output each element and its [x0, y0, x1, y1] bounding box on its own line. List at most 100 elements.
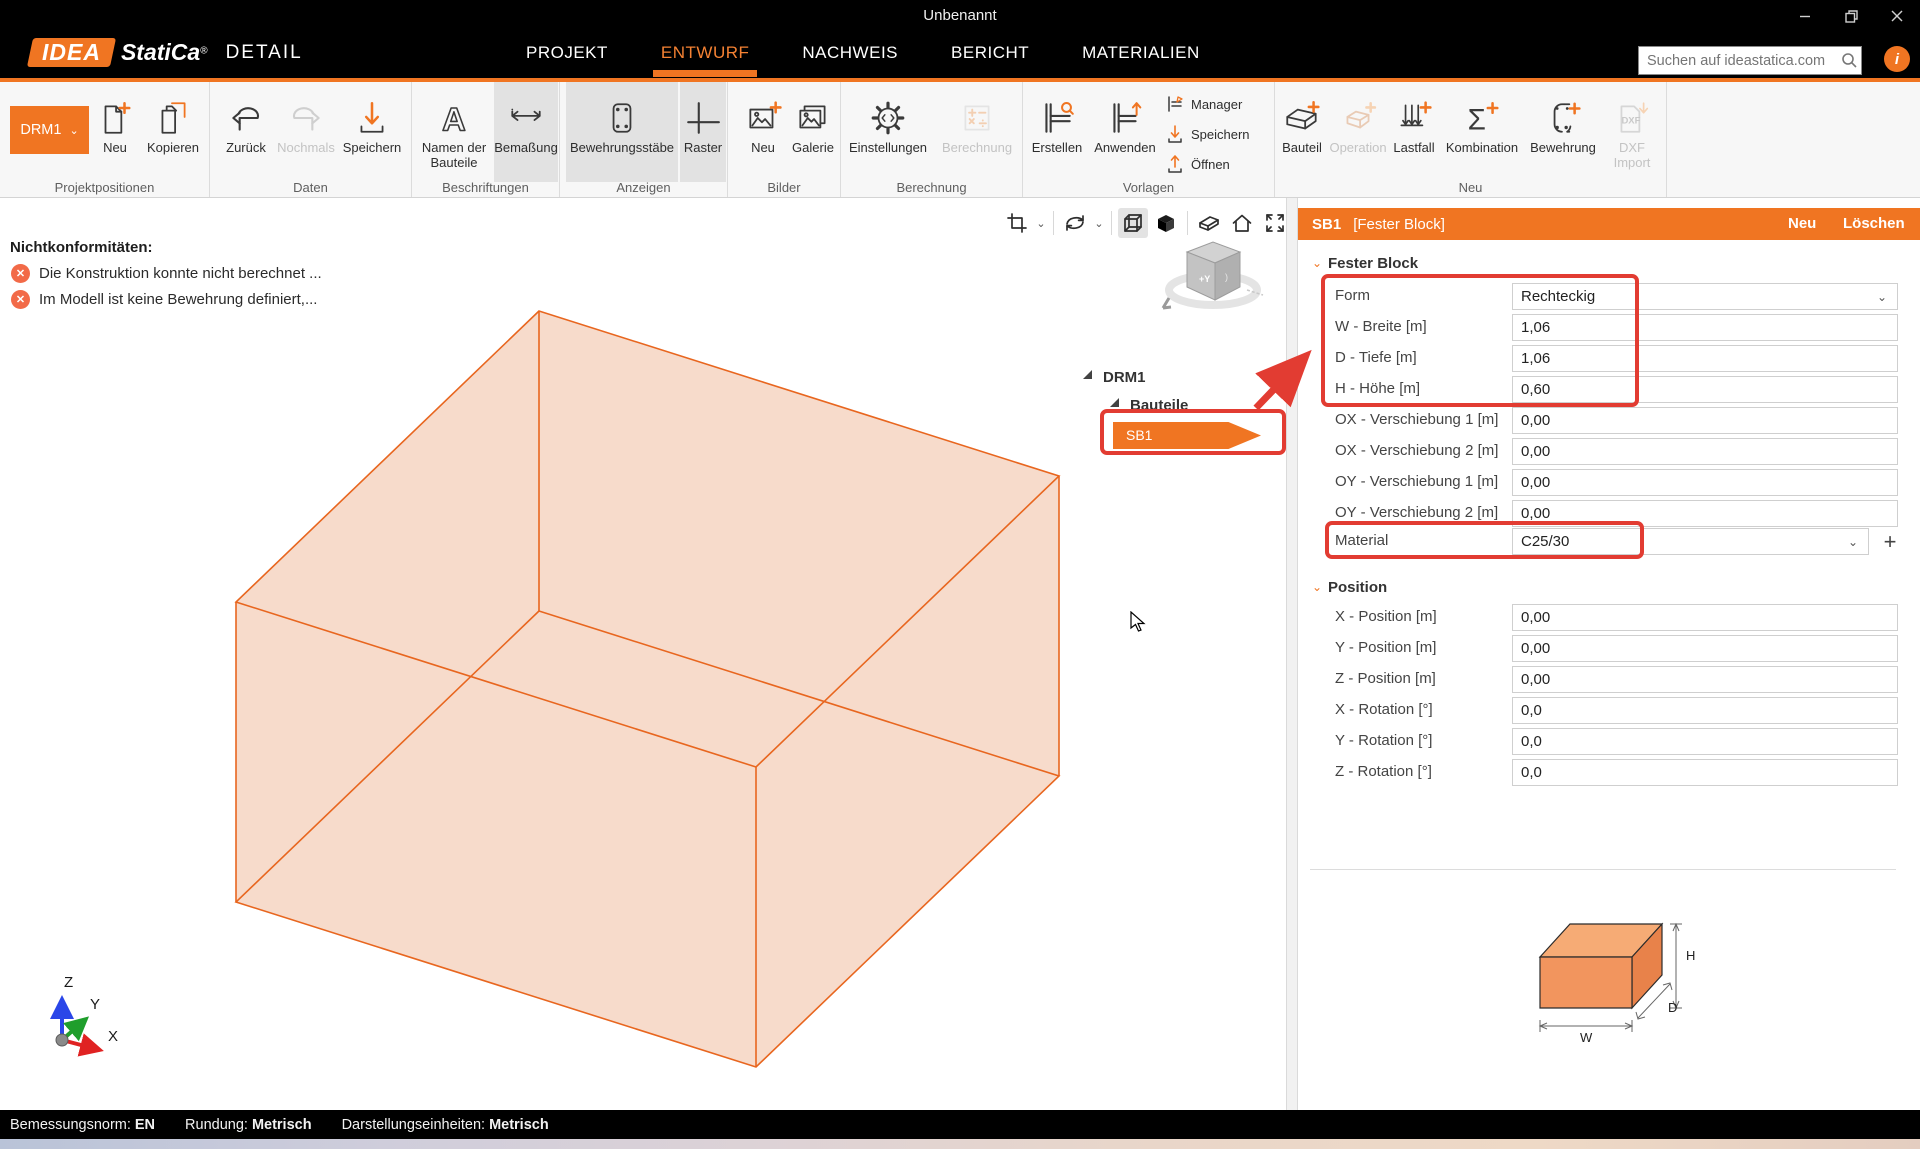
property-row-z-position: Z - Position [m] 0,00 [1298, 666, 1920, 693]
gallery-button[interactable]: Galerie [788, 82, 838, 182]
dimension-button[interactable]: Bemaßung [494, 82, 558, 182]
window-title: Unbenannt [0, 0, 1920, 32]
divider [1310, 869, 1896, 870]
new-combination-button[interactable]: Σ Kombination [1439, 82, 1525, 182]
undo-button[interactable]: Zurück [218, 82, 274, 182]
tree-expand-icon[interactable] [1083, 370, 1092, 379]
new-picture-button[interactable]: Neu [738, 82, 788, 182]
wireframe-view-button[interactable] [1118, 208, 1148, 238]
y-rotation-input[interactable]: 0,0 [1512, 728, 1898, 755]
tree-expand-icon[interactable] [1110, 398, 1119, 407]
tree-item-drm1[interactable]: DRM1 [1103, 369, 1146, 386]
template-apply-button[interactable]: Anwenden [1087, 82, 1163, 182]
close-button[interactable] [1874, 0, 1920, 32]
property-row-y-rotation: Y - Rotation [°] 0,0 [1298, 728, 1920, 755]
rebar-display-button[interactable]: Bewehrungsstäbe [566, 82, 678, 182]
navigation-cube[interactable]: +Y ) [1155, 230, 1275, 320]
group-label: Beschriftungen [412, 180, 559, 195]
ribbon-group-bilder: Neu Galerie Bilder [728, 82, 841, 197]
wireframe-cube-icon [1121, 211, 1145, 235]
crop-icon [1005, 211, 1029, 235]
selected-item-id: SB1 [1312, 216, 1341, 233]
tab-nachweis[interactable]: NACHWEIS [800, 33, 900, 73]
idea-logo-badge: IDEA [27, 38, 116, 67]
new-member-button[interactable]: Bauteil [1277, 82, 1327, 182]
gear-icon [869, 96, 907, 140]
close-icon [1891, 10, 1903, 22]
panel-new-button[interactable]: Neu [1788, 208, 1816, 240]
member-names-button[interactable]: A Namen der Bauteile [416, 82, 492, 182]
group-label: Vorlagen [1023, 180, 1274, 195]
selected-item-type: [Fester Block] [1353, 216, 1445, 233]
template-save-button[interactable]: Speichern [1165, 120, 1271, 148]
dxf-file-icon: DXF [1613, 96, 1651, 140]
annotation-box-material [1325, 521, 1644, 559]
property-row-y-position: Y - Position [m] 0,00 [1298, 635, 1920, 662]
new-loadcase-button[interactable]: Lastfall [1389, 82, 1439, 182]
nonconformity-item: ✕ Im Modell ist keine Bewehrung definier… [11, 290, 317, 309]
minimize-icon [1799, 10, 1811, 22]
rotate-view-button[interactable] [1060, 208, 1090, 238]
chevron-down-icon[interactable]: ⌄ [1093, 217, 1105, 230]
property-row-z-rotation: Z - Rotation [°] 0,0 [1298, 759, 1920, 786]
property-row-ox1: OX - Verschiebung 1 [m] 0,00 [1298, 407, 1920, 434]
tab-bericht[interactable]: BERICHT [949, 33, 1031, 73]
template-manager-button[interactable]: Manager [1165, 90, 1271, 118]
new-reinforcement-button[interactable]: Bewehrung [1525, 82, 1601, 182]
model-3d-block[interactable] [0, 198, 1286, 1110]
ox-verschiebung1-input[interactable]: 0,00 [1512, 407, 1898, 434]
svg-text:Σ: Σ [1468, 104, 1486, 137]
model-viewport[interactable]: Nichtkonformitäten: ✕ Die Konstruktion k… [0, 198, 1286, 1110]
template-open-button[interactable]: Öffnen [1165, 150, 1271, 178]
crop-view-button[interactable] [1002, 208, 1032, 238]
restore-button[interactable] [1828, 0, 1874, 32]
svg-text:Z: Z [64, 974, 73, 991]
x-position-input[interactable]: 0,00 [1512, 604, 1898, 631]
save-icon [353, 96, 391, 140]
ribbon-group-beschriftungen: A Namen der Bauteile Bemaßung Beschriftu… [412, 82, 560, 197]
chevron-down-icon[interactable]: ⌄ [1035, 217, 1047, 230]
tab-projekt[interactable]: PROJEKT [524, 33, 610, 73]
new-position-button[interactable]: Neu [89, 82, 141, 182]
panel-delete-button[interactable]: Löschen [1843, 208, 1905, 240]
info-icon: i [1895, 51, 1899, 68]
ribbon-group-vorlagen: Erstellen Anwenden Manager Speichern Öff… [1023, 82, 1275, 197]
section-position[interactable]: ⌄ Position [1298, 575, 1387, 599]
stirrup-plus-icon [1544, 96, 1582, 140]
copy-icon [154, 96, 192, 140]
x-rotation-input[interactable]: 0,0 [1512, 697, 1898, 724]
beam-plus-icon [1282, 96, 1322, 140]
oy-verschiebung1-input[interactable]: 0,00 [1512, 469, 1898, 496]
tab-entwurf[interactable]: ENTWURF [659, 33, 751, 73]
error-icon: ✕ [11, 264, 30, 283]
info-button[interactable]: i [1884, 46, 1910, 72]
minimize-button[interactable] [1782, 0, 1828, 32]
error-icon: ✕ [11, 290, 30, 309]
settings-button[interactable]: Einstellungen [843, 82, 933, 182]
y-position-input[interactable]: 0,00 [1512, 635, 1898, 662]
dimension-icon [507, 96, 545, 140]
ox-verschiebung2-input[interactable]: 0,00 [1512, 438, 1898, 465]
project-selector[interactable]: DRM1⌄ [10, 106, 89, 154]
redo-button: Nochmals [276, 82, 336, 182]
copy-position-button[interactable]: Kopieren [141, 82, 205, 182]
redo-icon [287, 96, 325, 140]
search-icon[interactable] [1838, 52, 1861, 69]
z-position-input[interactable]: 0,00 [1512, 666, 1898, 693]
new-file-icon [96, 96, 134, 140]
property-row-x-rotation: X - Rotation [°] 0,0 [1298, 697, 1920, 724]
template-create-button[interactable]: Erstellen [1027, 82, 1087, 182]
search-input[interactable] [1639, 53, 1838, 69]
section-fester-block[interactable]: ⌄ Fester Block [1298, 251, 1418, 275]
tab-materialien[interactable]: MATERIALIEN [1080, 33, 1202, 73]
z-rotation-input[interactable]: 0,0 [1512, 759, 1898, 786]
gallery-icon [794, 96, 832, 140]
save-button[interactable]: Speichern [338, 82, 406, 182]
grid-display-button[interactable]: Raster [680, 82, 726, 182]
add-material-button[interactable]: + [1878, 529, 1902, 555]
panel-scrollbar[interactable] [1286, 198, 1298, 1110]
mouse-cursor [1130, 611, 1152, 635]
logo-reg: ® [200, 46, 207, 57]
desktop-strip [0, 1139, 1920, 1149]
axis-triad: Z Y X [38, 973, 128, 1063]
